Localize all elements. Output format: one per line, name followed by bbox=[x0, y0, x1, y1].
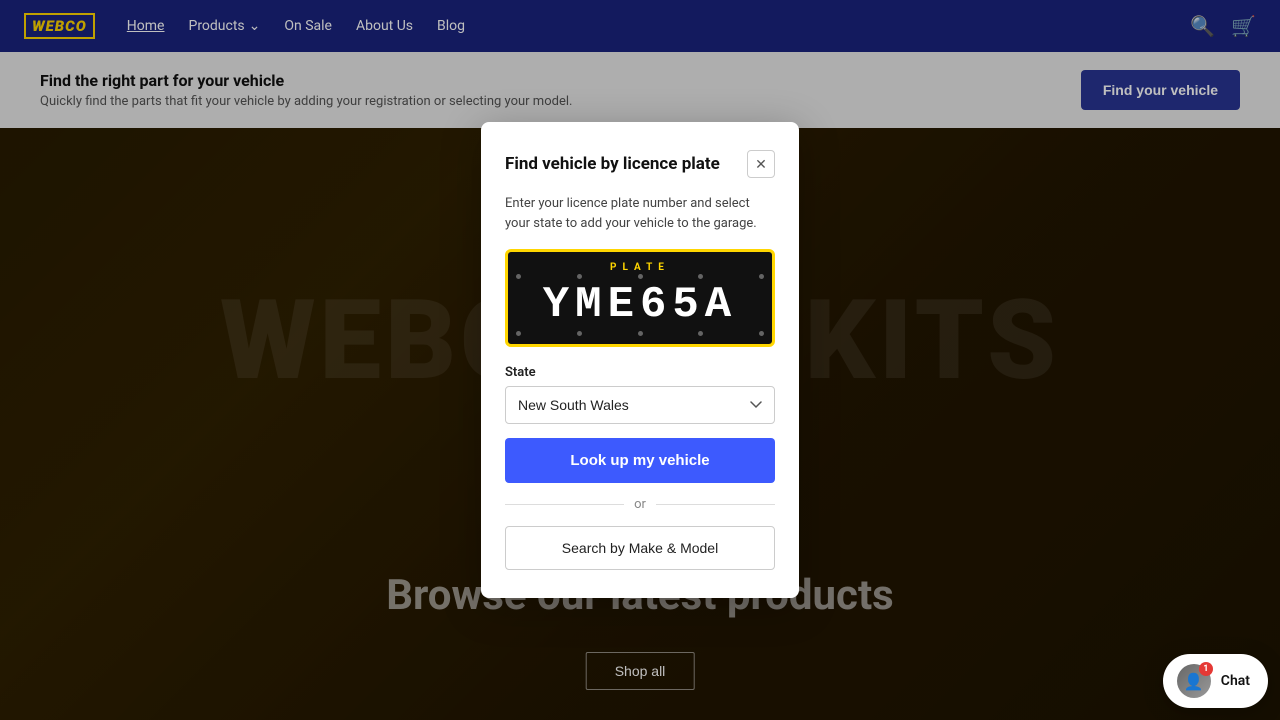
plate-dot bbox=[516, 331, 521, 336]
or-divider: or bbox=[505, 497, 775, 512]
plate-label: PLATE bbox=[522, 262, 758, 273]
plate-top-dots bbox=[516, 274, 764, 279]
licence-plate-modal: Find vehicle by licence plate ✕ Enter yo… bbox=[481, 122, 799, 597]
state-label: State bbox=[505, 365, 775, 380]
licence-plate-display: PLATE YME65A bbox=[505, 249, 775, 346]
plate-dot bbox=[516, 274, 521, 279]
plate-dot bbox=[577, 331, 582, 336]
or-text: or bbox=[634, 497, 646, 512]
plate-dot bbox=[698, 274, 703, 279]
or-line-left bbox=[505, 504, 624, 505]
plate-dot bbox=[698, 331, 703, 336]
plate-dot bbox=[638, 274, 643, 279]
chat-label: Chat bbox=[1221, 673, 1250, 689]
plate-number: YME65A bbox=[522, 281, 758, 329]
modal-description: Enter your licence plate number and sele… bbox=[505, 194, 775, 233]
modal-overlay: Find vehicle by licence plate ✕ Enter yo… bbox=[0, 0, 1280, 720]
plate-bottom-dots bbox=[516, 331, 764, 336]
plate-dot bbox=[638, 331, 643, 336]
plate-dot bbox=[759, 331, 764, 336]
modal-header: Find vehicle by licence plate ✕ bbox=[505, 150, 775, 178]
plate-dot bbox=[577, 274, 582, 279]
chat-avatar: 👤 1 bbox=[1177, 664, 1211, 698]
plate-dot bbox=[759, 274, 764, 279]
chat-widget[interactable]: 👤 1 Chat bbox=[1163, 654, 1268, 708]
or-line-right bbox=[656, 504, 775, 505]
search-make-model-button[interactable]: Search by Make & Model bbox=[505, 526, 775, 570]
chat-badge: 1 bbox=[1199, 662, 1213, 676]
modal-title: Find vehicle by licence plate bbox=[505, 154, 720, 174]
modal-close-button[interactable]: ✕ bbox=[747, 150, 775, 178]
lookup-vehicle-button[interactable]: Look up my vehicle bbox=[505, 438, 775, 483]
state-select[interactable]: New South Wales Victoria Queensland Sout… bbox=[505, 386, 775, 424]
